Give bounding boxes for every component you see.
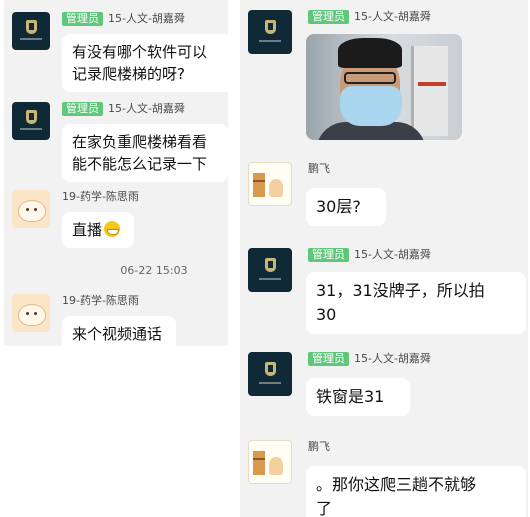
message-meta: 管理员 15-人文-胡嘉舜: [62, 102, 185, 116]
sender-name[interactable]: 15-人文-胡嘉舜: [354, 10, 431, 24]
sender-name[interactable]: 19-药学-陈思雨: [62, 294, 139, 308]
message-meta: 管理员 15-人文-胡嘉舜: [308, 248, 431, 262]
message-meta: 19-药学-陈思雨: [62, 294, 139, 308]
sender-name[interactable]: 15-人文-胡嘉舜: [354, 248, 431, 262]
cat-avatar[interactable]: [12, 190, 50, 228]
message-meta: 管理员 15-人文-胡嘉舜: [308, 352, 431, 366]
photo-attachment[interactable]: [306, 34, 462, 140]
admin-badge: 管理员: [62, 12, 103, 26]
school-crest-icon: [265, 20, 276, 34]
message-bubble[interactable]: 在家负重爬楼梯看看 能不能怎么记录一下: [62, 124, 228, 182]
admin-badge: 管理员: [308, 352, 349, 366]
message-meta: 鹏飞: [308, 440, 330, 454]
admin-badge: 管理员: [62, 102, 103, 116]
admin-badge: 管理员: [308, 10, 349, 24]
message-bubble[interactable]: 31，31没牌子，所以拍 30: [306, 272, 526, 334]
message-timestamp: 06-22 15:03: [120, 264, 188, 277]
admin-avatar[interactable]: [248, 352, 292, 396]
chat-panel-right: 管理员 15-人文-胡嘉舜 鹏飞 30层? 管理员 15-人文-胡嘉舜 31，3…: [240, 0, 528, 517]
school-crest-icon: [26, 20, 37, 34]
message-meta: 管理员 15-人文-胡嘉舜: [308, 10, 431, 24]
message-meta: 管理员 15-人文-胡嘉舜: [62, 12, 185, 26]
school-crest-icon: [265, 362, 276, 376]
grin-emoji-icon: [104, 221, 121, 237]
admin-avatar[interactable]: [12, 102, 50, 140]
admin-avatar[interactable]: [248, 248, 292, 292]
sender-name[interactable]: 15-人文-胡嘉舜: [108, 12, 185, 26]
sender-name[interactable]: 19-药学-陈思雨: [62, 190, 139, 204]
message-bubble[interactable]: 30层?: [306, 188, 386, 226]
sender-name[interactable]: 15-人文-胡嘉舜: [108, 102, 185, 116]
chat-panel-left: 管理员 15-人文-胡嘉舜 有没有哪个软件可以 记录爬楼梯的呀? 管理员 15-…: [4, 0, 228, 346]
message-bubble[interactable]: 直播: [62, 212, 134, 248]
school-crest-icon: [26, 110, 37, 124]
message-bubble[interactable]: 。那你这爬三趟不就够 了: [306, 466, 526, 517]
admin-avatar[interactable]: [248, 10, 292, 54]
message-meta: 鹏飞: [308, 162, 330, 176]
cartoon-avatar[interactable]: [248, 440, 292, 484]
school-crest-icon: [265, 258, 276, 272]
message-bubble[interactable]: 有没有哪个软件可以 记录爬楼梯的呀?: [62, 34, 228, 92]
sender-name[interactable]: 15-人文-胡嘉舜: [354, 352, 431, 366]
admin-avatar[interactable]: [12, 12, 50, 50]
admin-badge: 管理员: [308, 248, 349, 262]
message-bubble[interactable]: 来个视频通话: [62, 316, 176, 346]
cat-avatar[interactable]: [12, 294, 50, 332]
sender-name[interactable]: 鹏飞: [308, 440, 330, 454]
message-bubble[interactable]: 铁窗是31: [306, 378, 410, 416]
cartoon-avatar[interactable]: [248, 162, 292, 206]
message-meta: 19-药学-陈思雨: [62, 190, 139, 204]
sender-name[interactable]: 鹏飞: [308, 162, 330, 176]
